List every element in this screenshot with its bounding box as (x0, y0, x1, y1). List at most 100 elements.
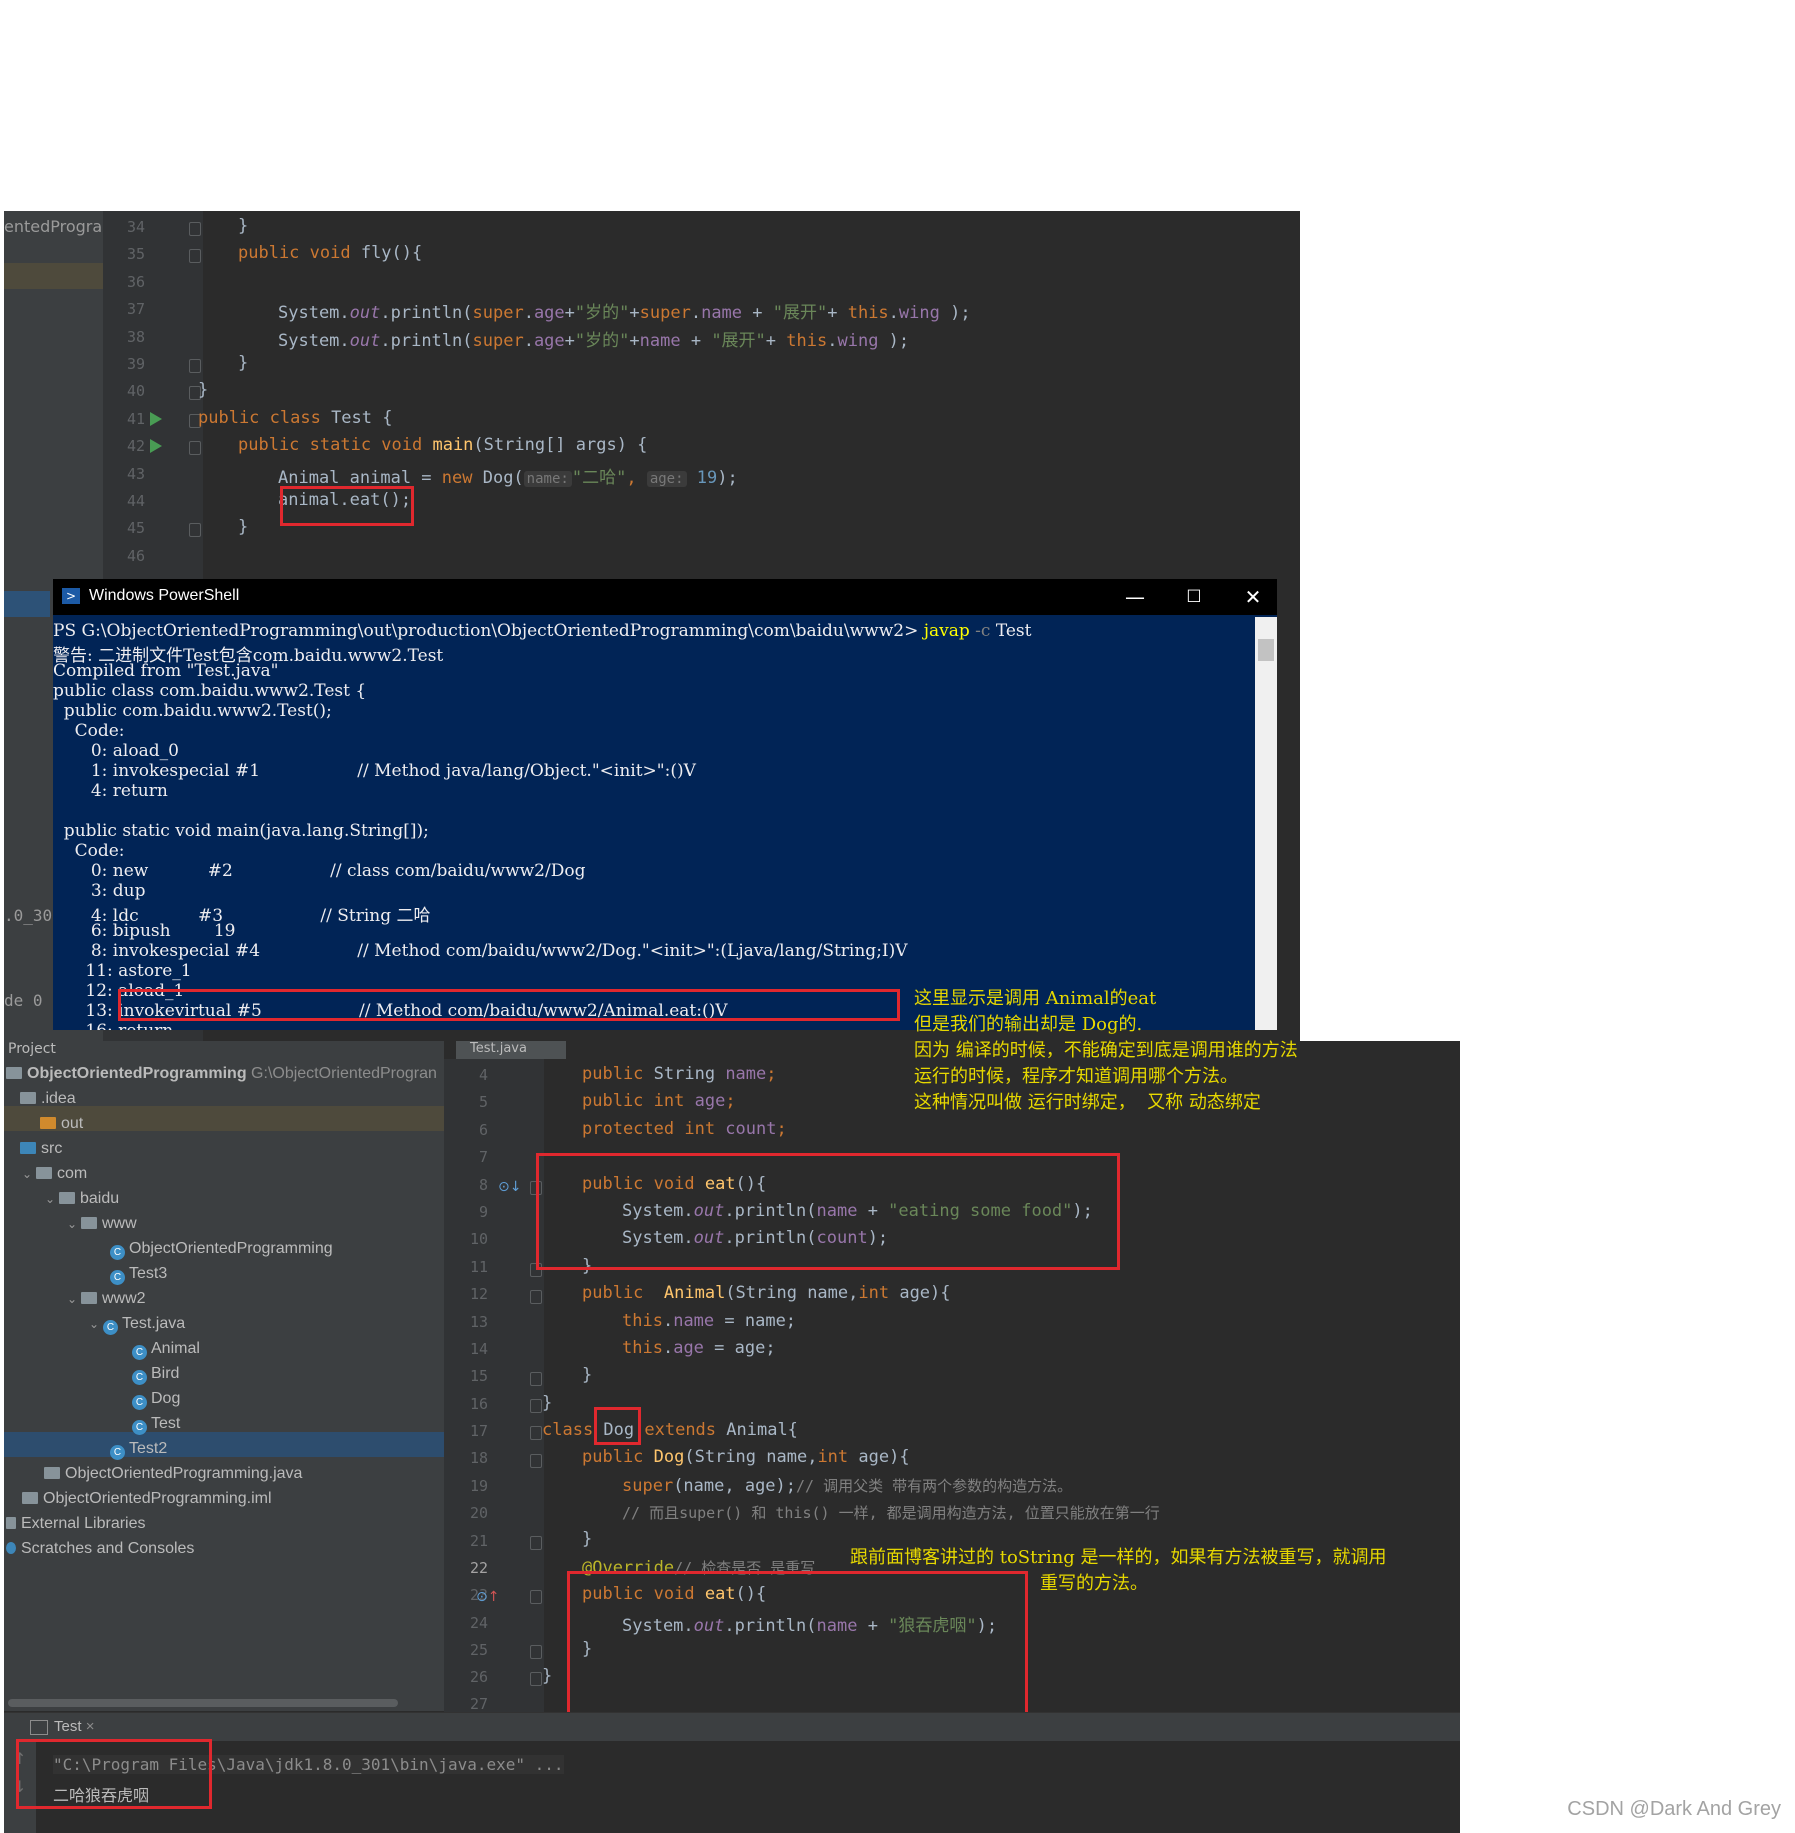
code-line-21[interactable]: } (582, 1529, 592, 1549)
tree-item-bird[interactable]: C Bird (132, 1365, 179, 1385)
class-icon: C (132, 1370, 147, 1385)
code-line-19[interactable]: super(name, age);// 调用父类 带有两个参数的构造方法。 (622, 1475, 1072, 1496)
code-line-37[interactable]: System.out.println(super.age+"岁的"+super.… (278, 298, 971, 323)
line-number: 16 (469, 1395, 488, 1413)
code-line-40[interactable]: } (198, 380, 208, 400)
sidebar-text-fragment: .0_30 (4, 906, 53, 925)
tree-item-com[interactable]: ⌄ com (22, 1165, 87, 1183)
maximize-button[interactable]: ☐ (1165, 579, 1223, 615)
code-line-14[interactable]: this.age = age; (622, 1338, 776, 1358)
line-number: 9 (478, 1203, 488, 1221)
code-line-43[interactable]: Animal animal = new Dog(name: "二哈", age: … (278, 463, 738, 488)
param-hint-age: age: (646, 471, 687, 487)
chevron-down-icon[interactable]: ⌄ (67, 1217, 81, 1231)
minimize-button[interactable]: — (1106, 579, 1164, 615)
code-line-42[interactable]: public static void main(String[] args) { (238, 435, 647, 455)
code-line-4[interactable]: public String name; (582, 1064, 777, 1084)
fold-marker-icon[interactable] (189, 359, 201, 373)
code-line-35[interactable]: public void fly(){ (238, 243, 422, 263)
close-button[interactable]: ✕ (1224, 579, 1277, 615)
console-scrollbar[interactable] (1255, 617, 1277, 1030)
fold-marker-icon[interactable] (530, 1672, 542, 1686)
run-main-icon[interactable] (150, 439, 162, 453)
tree-item-test-java[interactable]: ⌄ C Test.java (89, 1315, 185, 1335)
code-line-34[interactable]: } (238, 216, 248, 236)
tab-run-test[interactable]: Test × (54, 1718, 94, 1735)
overridden-method-icon[interactable]: ⊙↓ (498, 1179, 521, 1195)
chevron-down-icon[interactable]: ⌄ (22, 1167, 36, 1181)
powershell-console[interactable]: PS G:\ObjectOrientedProgramming\out\prod… (53, 617, 1253, 1030)
console-line: 1: invokespecial #1 // Method java/lang/… (53, 761, 696, 781)
tree-item-baidu[interactable]: ⌄ baidu (45, 1190, 119, 1208)
tree-item-external-libraries[interactable]: External Libraries (6, 1515, 146, 1533)
code-line-5[interactable]: public int age; (582, 1091, 736, 1111)
project-panel: Project ObjectOrientedProgramming G:\Obj… (4, 1041, 444, 1711)
code-line-13[interactable]: this.name = name; (622, 1311, 796, 1331)
fold-marker-icon[interactable] (189, 441, 201, 455)
class-icon: C (110, 1270, 125, 1285)
tree-item-test2[interactable]: C Test2 (110, 1440, 167, 1460)
code-line-17[interactable]: class Dog extends Animal{ (542, 1420, 798, 1440)
code-line-6[interactable]: protected int count; (582, 1119, 787, 1139)
tree-item-iml[interactable]: ObjectOrientedProgramming.iml (22, 1490, 272, 1508)
fold-marker-icon[interactable] (530, 1454, 542, 1468)
console-line: public static void main(java.lang.String… (53, 821, 429, 841)
fold-marker-icon[interactable] (189, 523, 201, 537)
console-line: 3: dup (53, 881, 146, 901)
selected-tree-row-blue[interactable] (4, 591, 50, 617)
tree-item-test3[interactable]: C Test3 (110, 1265, 167, 1285)
line-number: 4 (478, 1066, 488, 1084)
tab-test-java[interactable]: Test.java (456, 1041, 566, 1061)
fold-marker-icon[interactable] (530, 1426, 542, 1440)
run-class-icon[interactable] (150, 412, 162, 426)
fold-marker-icon[interactable] (530, 1645, 542, 1659)
chevron-down-icon[interactable]: ⌄ (45, 1192, 59, 1206)
tree-root[interactable]: ObjectOrientedProgramming G:\ObjectOrien… (6, 1065, 437, 1083)
fold-marker-icon[interactable] (530, 1399, 542, 1413)
tree-item-oop-java[interactable]: ObjectOrientedProgramming.java (44, 1465, 302, 1483)
code-line-20[interactable]: // 而且super() 和 this() 一样, 都是调用构造方法, 位置只能… (622, 1502, 1160, 1523)
tree-row-selected-test2[interactable] (4, 1432, 444, 1457)
selected-tree-row[interactable] (4, 263, 103, 289)
tree-item-animal[interactable]: C Animal (132, 1340, 200, 1360)
fold-marker-icon[interactable] (189, 249, 201, 263)
code-line-39[interactable]: } (238, 353, 248, 373)
tree-item-out[interactable]: out (40, 1115, 83, 1133)
code-line-41[interactable]: public class Test { (198, 408, 392, 428)
code-line-26[interactable]: } (542, 1666, 552, 1686)
tree-item-scratches[interactable]: Scratches and Consoles (6, 1540, 194, 1558)
horizontal-scrollbar[interactable] (8, 1699, 398, 1707)
scrollbar-thumb[interactable] (1258, 639, 1274, 661)
code-line-16[interactable]: } (542, 1393, 552, 1413)
chevron-down-icon[interactable]: ⌄ (67, 1292, 81, 1306)
fold-marker-icon[interactable] (530, 1536, 542, 1550)
code-line-38[interactable]: System.out.println(super.age+"岁的"+name +… (278, 326, 909, 351)
line-number: 7 (478, 1148, 488, 1166)
close-tab-icon[interactable]: × (86, 1718, 95, 1735)
tree-item-dog[interactable]: C Dog (132, 1390, 180, 1410)
highlight-box-animal-eat (280, 486, 414, 526)
code-line-45[interactable]: } (238, 517, 248, 537)
fold-marker-icon[interactable] (530, 1590, 542, 1604)
line-number: 12 (469, 1285, 488, 1303)
tree-item-test[interactable]: C Test (132, 1415, 180, 1435)
tree-item-www[interactable]: ⌄ www (67, 1215, 137, 1233)
code-line-18[interactable]: public Dog(String name,int age){ (582, 1447, 910, 1467)
fold-marker-icon[interactable] (530, 1290, 542, 1304)
chevron-down-icon[interactable]: ⌄ (89, 1317, 103, 1331)
powershell-icon: > (62, 588, 80, 604)
code-line-12[interactable]: public Animal(String name,int age){ (582, 1283, 951, 1303)
project-panel-header[interactable]: Project (4, 1041, 444, 1059)
tree-item-idea[interactable]: .idea (20, 1090, 76, 1108)
tree-item-www2[interactable]: ⌄ www2 (67, 1290, 146, 1308)
overriding-method-icon[interactable]: ⊙↑ (476, 1589, 499, 1605)
fold-marker-icon[interactable] (530, 1372, 542, 1386)
tree-item-src[interactable]: src (20, 1140, 62, 1158)
tree-item-objectorientedprogramming[interactable]: C ObjectOrientedProgramming (110, 1240, 333, 1260)
code-line-15[interactable]: } (582, 1365, 592, 1385)
fold-marker-icon[interactable] (189, 222, 201, 236)
line-number: 26 (469, 1668, 488, 1686)
folder-icon (20, 1092, 36, 1104)
powershell-titlebar[interactable]: > Windows PowerShell — ☐ ✕ (53, 579, 1277, 615)
window-title: Windows PowerShell (89, 587, 240, 604)
